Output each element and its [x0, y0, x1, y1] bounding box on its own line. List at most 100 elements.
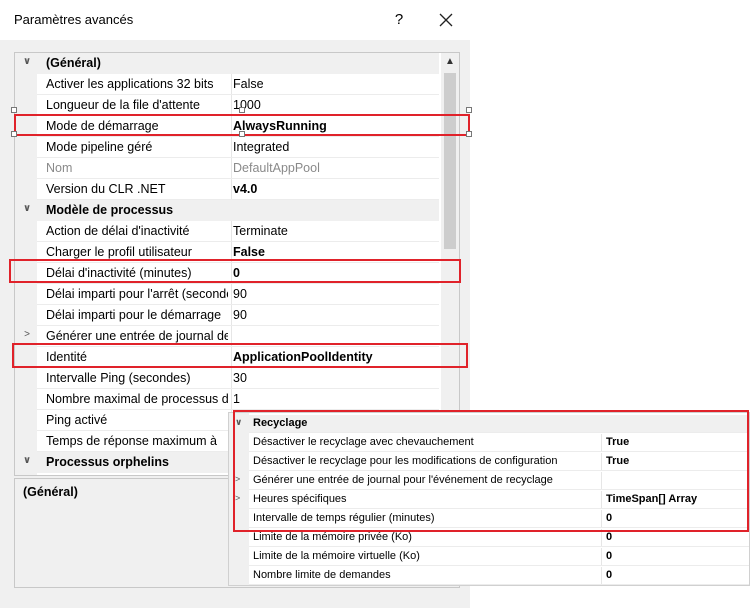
selection-handle	[239, 131, 245, 137]
recycling-overlay-panel: ∨ Recyclage Désactiver le recyclage avec c…	[228, 412, 750, 586]
property-name: Temps de réponse maximum à	[46, 434, 217, 448]
close-button[interactable]	[432, 6, 460, 34]
property-row-generer-une-entree-de-journal-de[interactable]: > Générer une entrée de journal de	[15, 326, 439, 347]
property-row-desactiver-le-recyclage-pour-les-modifications-de-configuration[interactable]: Désactiver le recyclage pour les modific…	[229, 453, 749, 471]
close-icon	[439, 13, 453, 27]
chevron-right-icon[interactable]: >	[235, 493, 240, 503]
property-name: Délai imparti pour l'arrêt (secondes)	[46, 287, 228, 301]
property-value[interactable]: 90	[233, 287, 433, 301]
property-value[interactable]: 1	[233, 392, 433, 406]
selection-handle	[11, 107, 17, 113]
dialog-title: Paramètres avancés	[14, 12, 134, 27]
column-separator	[231, 74, 232, 95]
property-name: Délai imparti pour le démarrage	[46, 308, 222, 322]
property-value[interactable]: 90	[233, 308, 433, 322]
property-row-nom[interactable]: Nom DefaultAppPool	[15, 158, 439, 179]
property-name: Intervalle de temps régulier (minutes)	[253, 512, 435, 524]
property-name: Intervalle Ping (secondes)	[46, 371, 191, 385]
chevron-down-icon[interactable]: ∨	[21, 203, 33, 217]
property-row-intervalle-de-temps-regulier-minutes[interactable]: Intervalle de temps régulier (minutes) 0	[229, 510, 749, 528]
column-separator	[231, 158, 232, 179]
property-row-identite[interactable]: Identité ApplicationPoolIdentity	[15, 347, 439, 368]
property-value[interactable]: AlwaysRunning	[233, 119, 433, 133]
column-separator	[231, 95, 232, 116]
column-separator	[231, 263, 232, 284]
column-separator	[601, 529, 602, 547]
property-value[interactable]: Integrated	[233, 140, 433, 154]
property-name: Modèle de processus	[46, 203, 174, 217]
property-row-delai-imparti-pour-le-demarrage[interactable]: Délai imparti pour le démarrage 90	[15, 305, 439, 326]
property-name: Générer une entrée de journal pour l'évé…	[253, 474, 553, 486]
column-separator	[601, 472, 602, 490]
property-value[interactable]: TimeSpan[] Array	[606, 493, 697, 505]
property-value[interactable]: False	[233, 77, 433, 91]
row-divider	[249, 451, 749, 452]
property-row-limite-de-la-memoire-privee-ko[interactable]: Limite de la mémoire privée (Ko) 0	[229, 529, 749, 547]
column-separator	[231, 179, 232, 200]
property-name: Désactiver le recyclage pour les modific…	[253, 455, 558, 467]
property-row-delai-d-inactivite-minutes[interactable]: Délai d'inactivité (minutes) 0	[15, 263, 439, 284]
property-name: Action de délai d'inactivité	[46, 224, 190, 238]
property-row-nombre-limite-de-demandes[interactable]: Nombre limite de demandes 0	[229, 567, 749, 585]
column-separator	[231, 221, 232, 242]
property-value[interactable]: DefaultAppPool	[233, 161, 433, 175]
chevron-right-icon[interactable]: >	[21, 329, 33, 343]
property-name: Version du CLR .NET	[46, 182, 166, 196]
chevron-down-icon[interactable]: ∨	[21, 455, 33, 469]
property-value[interactable]: ApplicationPoolIdentity	[233, 350, 433, 364]
property-row-generer-une-entree-de-journal-pour-l-evenement-de-recyclage[interactable]: > Générer une entrée de journal pour l'év…	[229, 472, 749, 490]
column-separator	[231, 389, 232, 410]
scroll-up-icon[interactable]: ▲	[441, 53, 459, 71]
chevron-down-icon[interactable]: ∨	[235, 417, 242, 428]
row-divider	[249, 432, 749, 433]
property-value[interactable]: 0	[606, 550, 612, 562]
property-row-version-du-clr-net[interactable]: Version du CLR .NET v4.0	[15, 179, 439, 200]
property-value[interactable]: True	[606, 436, 629, 448]
help-button[interactable]: ?	[388, 8, 410, 32]
property-row-heures-specifiques[interactable]: > Heures spécifiques TimeSpan[] Array	[229, 491, 749, 509]
column-separator	[231, 284, 232, 305]
chevron-right-icon[interactable]: >	[235, 474, 240, 484]
property-row-limite-de-la-memoire-virtuelle-ko[interactable]: Limite de la mémoire virtuelle (Ko) 0	[229, 548, 749, 566]
property-row-delai-imparti-pour-l-arret-secondes[interactable]: Délai imparti pour l'arrêt (secondes) 90	[15, 284, 439, 305]
category-general[interactable]: ∨ (Général)	[15, 53, 439, 74]
property-value[interactable]: 30	[233, 371, 433, 385]
chevron-down-icon[interactable]: ∨	[21, 56, 33, 70]
property-value[interactable]: 0	[606, 531, 612, 543]
property-value[interactable]: Terminate	[233, 224, 433, 238]
property-name: Nombre limite de demandes	[253, 569, 391, 581]
selection-handle	[239, 107, 245, 113]
property-row-longueur-de-la-file-d-attente[interactable]: Longueur de la file d'attente 1000	[15, 95, 439, 116]
property-row-mode-pipeline-gere[interactable]: Mode pipeline géré Integrated	[15, 137, 439, 158]
scroll-thumb[interactable]	[444, 73, 456, 249]
property-value[interactable]: 1000	[233, 98, 433, 112]
selection-handle	[466, 131, 472, 137]
property-row-mode-de-demarrage[interactable]: Mode de démarrage AlwaysRunning	[15, 116, 439, 137]
row-divider	[249, 546, 749, 547]
property-name: Heures spécifiques	[253, 493, 347, 505]
property-name: Nombre maximal de processus de	[46, 392, 228, 406]
property-value[interactable]: 0	[233, 266, 433, 280]
property-row-charger-le-profil-utilisateur[interactable]: Charger le profil utilisateur False	[15, 242, 439, 263]
property-name: Charger le profil utilisateur	[46, 245, 192, 259]
property-name: Limite de la mémoire privée (Ko)	[253, 531, 412, 543]
property-value[interactable]: True	[606, 455, 629, 467]
property-name: Activer les applications 32 bits	[46, 77, 214, 91]
property-row-activer-les-applications-32-bits[interactable]: Activer les applications 32 bits False	[15, 74, 439, 95]
row-divider	[249, 470, 749, 471]
property-name: Processus orphelins	[46, 455, 169, 469]
row-divider	[249, 584, 749, 585]
property-value[interactable]: v4.0	[233, 182, 433, 196]
category-recyclage[interactable]: ∨ Recyclage	[229, 415, 749, 433]
column-separator	[231, 305, 232, 326]
property-row-desactiver-le-recyclage-avec-chevauchement[interactable]: Désactiver le recyclage avec chevaucheme…	[229, 434, 749, 452]
property-value[interactable]: 0	[606, 512, 612, 524]
property-row-intervalle-ping-secondes[interactable]: Intervalle Ping (secondes) 30	[15, 368, 439, 389]
property-value[interactable]: False	[233, 245, 433, 259]
property-row-nombre-maximal-de-processus-de[interactable]: Nombre maximal de processus de 1	[15, 389, 439, 410]
property-row-action-de-delai-d-inactivite[interactable]: Action de délai d'inactivité Terminate	[15, 221, 439, 242]
description-title: (Général)	[23, 485, 78, 499]
property-value[interactable]: 0	[606, 569, 612, 581]
column-separator	[231, 242, 232, 263]
category-modele-de-processus[interactable]: ∨ Modèle de processus	[15, 200, 439, 221]
